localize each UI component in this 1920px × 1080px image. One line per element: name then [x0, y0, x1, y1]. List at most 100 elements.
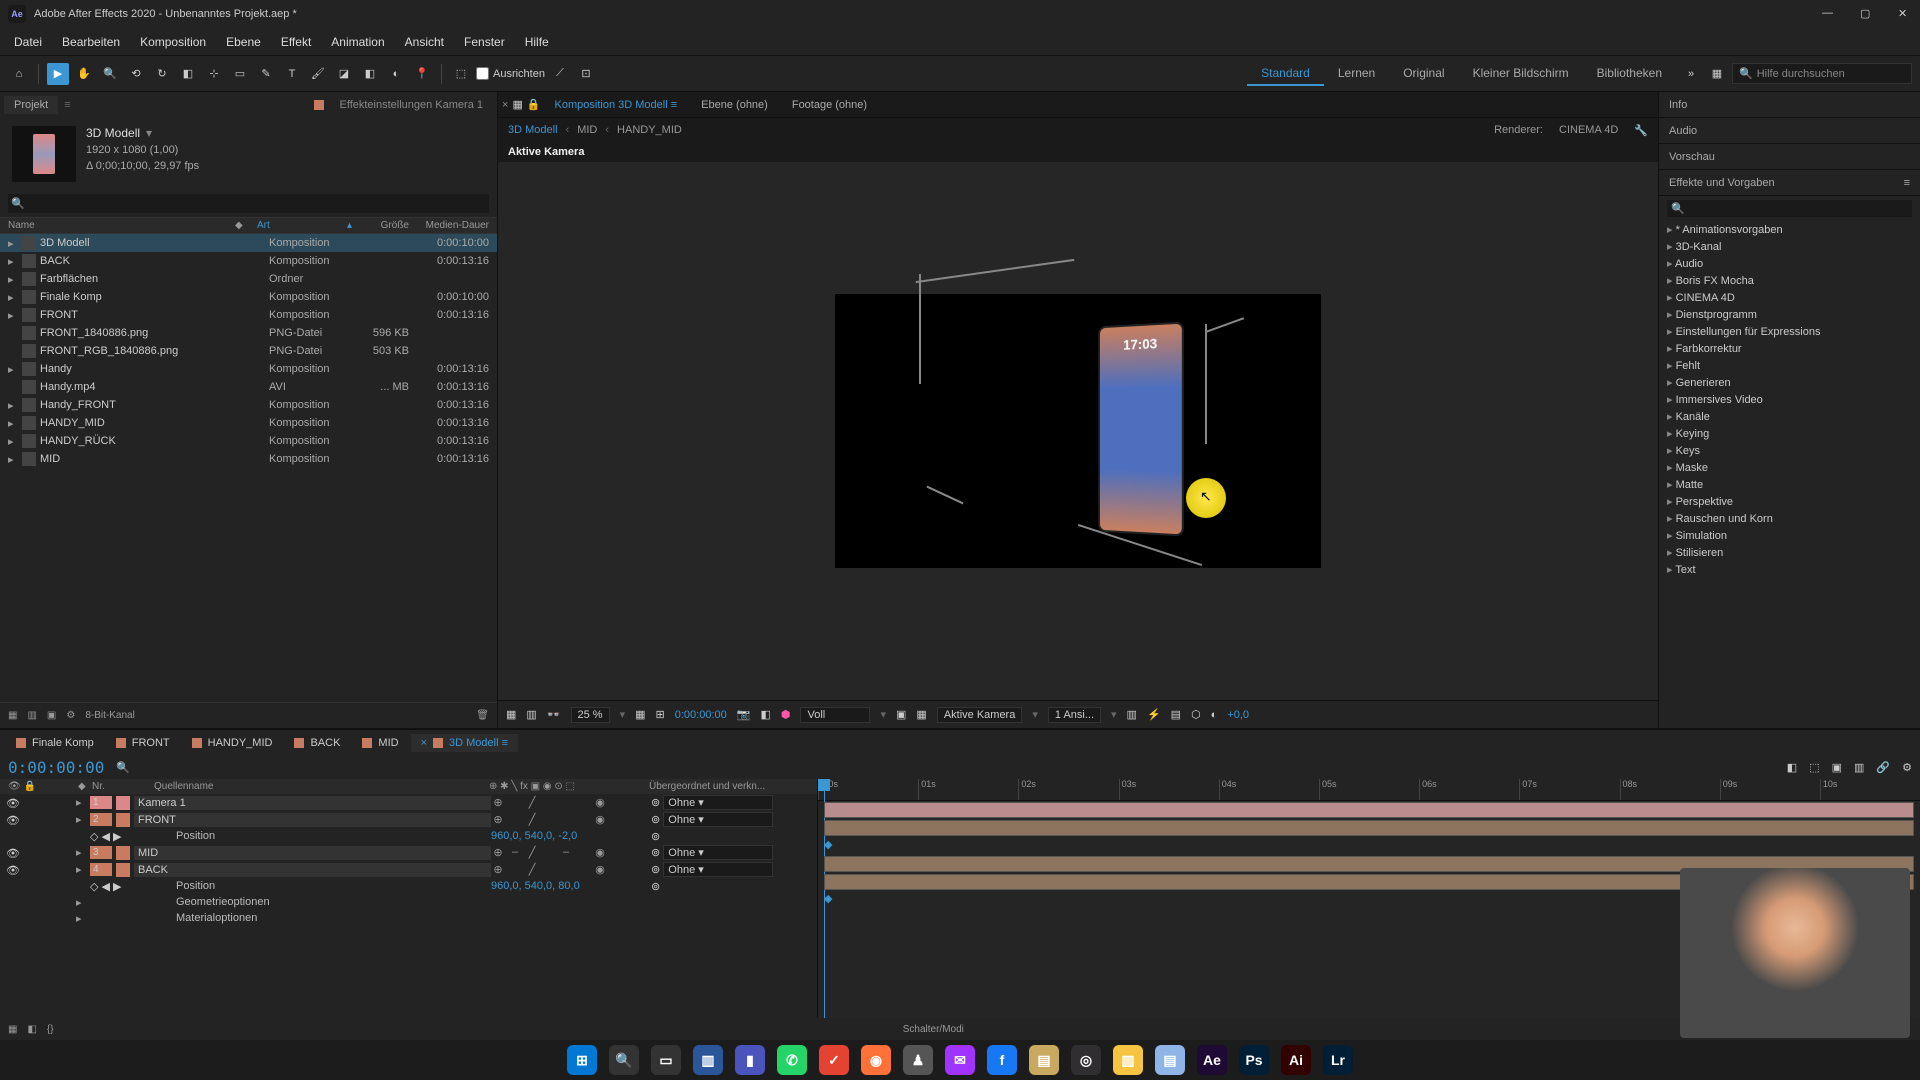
effect-controls-tab[interactable]: Effekteinstellungen Kamera 1 — [330, 96, 494, 114]
new-comp-icon[interactable]: ▣ — [47, 710, 56, 721]
workspace-more-icon[interactable]: » — [1680, 63, 1702, 85]
project-item[interactable]: ▸FRONTKomposition0:00:13:16 — [0, 306, 497, 324]
preview-panel-tab[interactable]: Vorschau — [1659, 144, 1920, 170]
flowchart-icon[interactable]: ⬡ — [1191, 708, 1201, 721]
anchor-tool[interactable]: ⊹ — [203, 63, 225, 85]
ruler-tick[interactable]: 07s — [1519, 779, 1619, 800]
effect-category[interactable]: Dienstprogramm — [1667, 306, 1912, 323]
timeline-timecode[interactable]: 0:00:00:00 — [8, 758, 104, 777]
effects-search[interactable]: 🔍 — [1667, 200, 1912, 217]
project-item[interactable]: FRONT_RGB_1840886.pngPNG-Datei503 KB — [0, 342, 497, 360]
taskbar-editor[interactable]: ▤ — [1155, 1045, 1185, 1075]
grid-icon[interactable]: ⊞ — [656, 708, 665, 721]
effect-category[interactable]: Stilisieren — [1667, 544, 1912, 561]
channel-icon[interactable]: ◧ — [760, 708, 770, 721]
workspace-lernen[interactable]: Lernen — [1324, 62, 1389, 86]
renderer-settings-icon[interactable]: 🔧 — [1634, 124, 1648, 137]
timeline-search-icon[interactable]: 🔍 — [116, 761, 130, 774]
maximize-button[interactable]: ▢ — [1860, 7, 1874, 21]
tl-icon-1[interactable]: ◧ — [1787, 761, 1797, 774]
rotate-tool[interactable]: ↻ — [151, 63, 173, 85]
project-item[interactable]: ▸MIDKomposition0:00:13:16 — [0, 450, 497, 468]
interpret-icon[interactable]: ▦ — [8, 710, 17, 721]
camera-tool[interactable]: ◧ — [177, 63, 199, 85]
resolution-select[interactable]: Voll — [800, 707, 870, 723]
menu-effekt[interactable]: Effekt — [271, 31, 321, 53]
hand-tool[interactable]: ✋ — [73, 63, 95, 85]
workspace-bibliotheken[interactable]: Bibliotheken — [1583, 62, 1676, 86]
layer-property-row[interactable]: ◇ ◀ ▶Position960,0, 540,0, 80,0⊚ — [0, 878, 817, 894]
effects-panel-tab[interactable]: Effekte und Vorgaben≡ — [1659, 170, 1920, 196]
effect-category[interactable]: Generieren — [1667, 374, 1912, 391]
taskbar-firefox[interactable]: ◉ — [861, 1045, 891, 1075]
ruler-tick[interactable]: 09s — [1720, 779, 1820, 800]
views-select[interactable]: 1 Ansi... — [1048, 707, 1101, 723]
taskbar-lightroom[interactable]: Lr — [1323, 1045, 1353, 1075]
home-icon[interactable]: ⌂ — [8, 63, 30, 85]
timeline-tab[interactable]: Finale Komp — [6, 734, 104, 752]
text-tool[interactable]: T — [281, 63, 303, 85]
layer-row[interactable]: 👁▸2FRONT⊕╱◉⊚ Ohne ▾ — [0, 811, 817, 828]
effect-category[interactable]: Immersives Video — [1667, 391, 1912, 408]
composition-viewer[interactable]: 17:03 ↖ — [498, 162, 1658, 700]
menu-komposition[interactable]: Komposition — [130, 31, 216, 53]
ruler-tick[interactable]: 08s — [1620, 779, 1720, 800]
effect-category[interactable]: Keys — [1667, 442, 1912, 459]
menu-datei[interactable]: Datei — [4, 31, 52, 53]
zoom-select[interactable]: 25 % — [571, 707, 610, 723]
transparency-icon[interactable]: ▦ — [916, 708, 926, 721]
composition-tab[interactable]: Komposition 3D Modell ≡ — [545, 97, 688, 113]
timeline-tab[interactable]: × 3D Modell ≡ — [411, 734, 518, 752]
project-item[interactable]: ▸3D ModellKomposition0:00:10:00 — [0, 234, 497, 252]
snap-icon[interactable]: ⬚ — [450, 63, 472, 85]
snap-checkbox[interactable]: Ausrichten — [476, 67, 545, 80]
ruler-tick[interactable]: 04s — [1219, 779, 1319, 800]
layer-row[interactable]: 👁▸1Kamera 1⊕╱◉⊚ Ohne ▾ — [0, 794, 817, 811]
menu-hilfe[interactable]: Hilfe — [515, 31, 559, 53]
menu-ansicht[interactable]: Ansicht — [395, 31, 454, 53]
workspace-original[interactable]: Original — [1389, 62, 1458, 86]
snapshot-icon[interactable]: 📷 — [737, 708, 751, 721]
viewer-toggle-icon[interactable]: 🔒 — [527, 98, 541, 111]
zoom-tool[interactable]: 🔍 — [99, 63, 121, 85]
taskbar-photoshop[interactable]: Ps — [1239, 1045, 1269, 1075]
timeline-tab[interactable]: HANDY_MID — [182, 734, 283, 752]
workspace-standard[interactable]: Standard — [1247, 62, 1324, 86]
mask-icon[interactable]: 👓 — [547, 708, 561, 721]
help-search[interactable]: 🔍 Hilfe durchsuchen — [1732, 63, 1912, 84]
project-item[interactable]: ▸Handy_FRONTKomposition0:00:13:16 — [0, 396, 497, 414]
taskbar-explorer[interactable]: ▥ — [693, 1045, 723, 1075]
taskbar-app1[interactable]: ♟ — [903, 1045, 933, 1075]
alpha-icon[interactable]: ▦ — [506, 708, 516, 721]
effect-category[interactable]: Rauschen und Korn — [1667, 510, 1912, 527]
layer-row[interactable]: 👁▸4BACK⊕╱◉⊚ Ohne ▾ — [0, 861, 817, 878]
timeline-icon[interactable]: ▤ — [1171, 708, 1181, 721]
effect-category[interactable]: Farbkorrektur — [1667, 340, 1912, 357]
ruler-tick[interactable]: 10s — [1820, 779, 1920, 800]
effect-category[interactable]: Boris FX Mocha — [1667, 272, 1912, 289]
effect-category[interactable]: Text — [1667, 561, 1912, 578]
timeline-tab[interactable]: FRONT — [106, 734, 180, 752]
ruler-tick[interactable]: 05s — [1319, 779, 1419, 800]
taskbar-facebook[interactable]: f — [987, 1045, 1017, 1075]
effect-category[interactable]: Matte — [1667, 476, 1912, 493]
fast-preview-icon[interactable]: ⚡ — [1147, 708, 1161, 721]
taskbar-illustrator[interactable]: Ai — [1281, 1045, 1311, 1075]
effect-category[interactable]: Audio — [1667, 255, 1912, 272]
ruler-tick[interactable]: :00s — [818, 779, 918, 800]
taskbar-search[interactable]: 🔍 — [609, 1045, 639, 1075]
effect-category[interactable]: Kanäle — [1667, 408, 1912, 425]
ruler-tick[interactable]: 01s — [918, 779, 1018, 800]
clone-tool[interactable]: ◪ — [333, 63, 355, 85]
breadcrumb-item[interactable]: 3D Modell — [508, 124, 558, 136]
ruler-tick[interactable]: 06s — [1419, 779, 1519, 800]
tl-icon-2[interactable]: ⬚ — [1809, 761, 1819, 774]
res-icon[interactable]: ▦ — [635, 708, 645, 721]
project-item[interactable]: FRONT_1840886.pngPNG-Datei596 KB — [0, 324, 497, 342]
effect-category[interactable]: 3D-Kanal — [1667, 238, 1912, 255]
effect-category[interactable]: Simulation — [1667, 527, 1912, 544]
selection-tool[interactable]: ▶ — [47, 63, 69, 85]
exposure-value[interactable]: +0,0 — [1227, 709, 1249, 721]
project-item[interactable]: Handy.mp4AVI... MB0:00:13:16 — [0, 378, 497, 396]
orbit-tool[interactable]: ⟲ — [125, 63, 147, 85]
